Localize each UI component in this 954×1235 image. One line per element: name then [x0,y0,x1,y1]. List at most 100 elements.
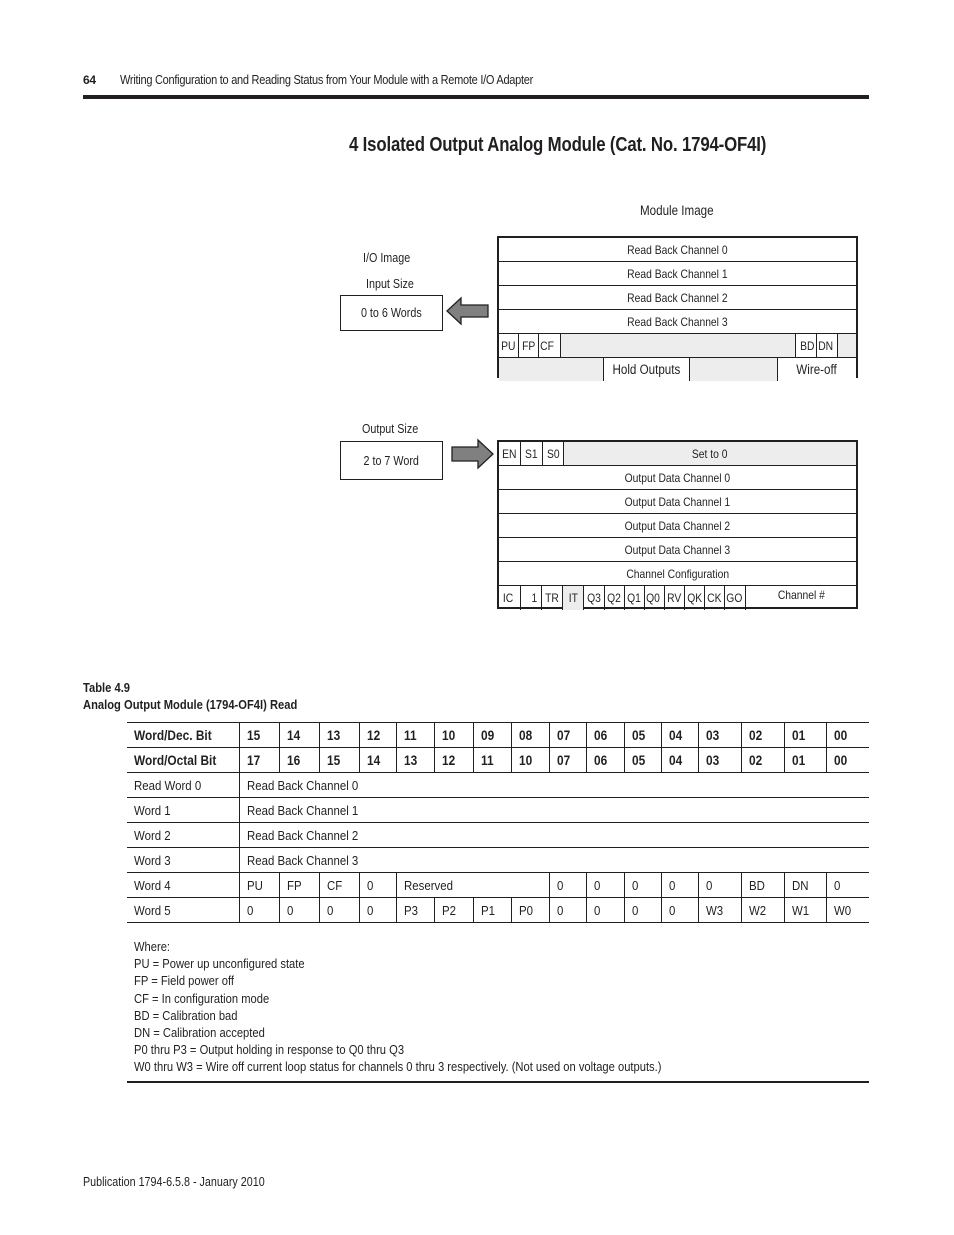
table-title: Analog Output Module (1794-OF4I) Read [83,697,298,712]
table-notes: Where: PU = Power up unconfigured state … [134,938,661,1076]
input-word-label: Read Back Channel 0 [627,242,728,257]
table-cell: 14 [279,722,320,748]
input-word-1: Read Back Channel 1 [499,262,856,286]
bit-en: EN [499,442,521,465]
input-word-2: Read Back Channel 2 [499,286,856,310]
status-word-unused [561,334,796,357]
output-word-0: EN S1 S0 Set to 0 [499,442,856,466]
bit-cf: CF [539,334,561,357]
table-cell: 05 [623,722,662,748]
io-image-label: I/O Image [363,251,411,265]
table-cell: 0 [358,872,397,898]
table-caption: Table 4.9 Analog Output Module (1794-OF4… [83,679,297,713]
bit-1: 1 [521,586,542,610]
table-cell: 0 [238,897,281,923]
bit-pu: PU [499,334,519,357]
table-cell: 13 [395,747,436,773]
table-cell: W0 [826,897,869,923]
table-cell: 0 [549,897,588,923]
section-title: 4 Isolated Output Analog Module (Cat. No… [349,134,767,156]
input-module-image: Read Back Channel 0 Read Back Channel 1 … [497,236,858,381]
table-cell: 17 [238,747,281,773]
table-cell: 15 [318,747,360,773]
output-word-1: Output Data Channel 0 [499,466,856,490]
output-word-5: Channel Configuration [499,562,856,586]
bit-fp: FP [519,334,539,357]
table-cell: 00 [826,747,869,773]
word-content: Read Back Channel 2 [238,822,869,848]
table-cell: W1 [783,897,828,923]
octal-bit-header-row: Word/Octal Bit 17 16 15 14 13 12 11 10 0… [127,747,869,773]
table-row: Read Word 0 Read Back Channel 0 [127,772,869,798]
table-row-word4: Word 4 PU FP CF 0 Reserved 0 0 0 0 0 BD … [127,872,869,898]
table-cell: 07 [549,747,588,773]
note-line: W0 thru W3 = Wire off current loop statu… [134,1059,662,1075]
bit-s0: S0 [543,442,564,465]
table-cell: 08 [510,722,551,748]
table-cell: 0 [623,897,662,923]
note-line: DN = Calibration accepted [134,1025,265,1041]
table-cell: P3 [395,897,436,923]
table-cell: W2 [740,897,785,923]
bit-q1: Q1 [625,586,645,610]
output-word-label: Output Data Channel 3 [624,542,731,557]
word-label: Word 4 [127,872,240,898]
octal-bit-label: Word/Octal Bit [127,747,240,773]
table-cell: 06 [586,722,625,748]
bit-bd: BD [796,334,817,357]
output-word-4: Output Data Channel 3 [499,538,856,562]
table-cell: CF [318,872,360,898]
set-to-zero-field: Set to 0 [692,446,728,461]
bit-table: Word/Dec. Bit 15 14 13 12 11 10 09 08 07… [127,722,869,923]
input-word-label: Read Back Channel 3 [627,314,728,329]
header-rule [83,95,869,99]
status-word2-unused-2 [690,358,778,381]
word-content: Read Back Channel 0 [238,772,869,798]
dec-bit-header-row: Word/Dec. Bit 15 14 13 12 11 10 09 08 07… [127,722,869,748]
table-cell: 12 [434,747,474,773]
note-line: CF = In configuration mode [134,990,270,1006]
table-cell: 0 [549,872,588,898]
table-cell: 01 [783,747,828,773]
bit-dn: DN [817,334,838,357]
table-cell: 02 [740,722,785,748]
table-cell: 12 [358,722,397,748]
table-cell: 01 [783,722,828,748]
table-cell: 06 [586,747,625,773]
bit-qk: QK [685,586,705,610]
word-label: Word 2 [127,822,240,848]
output-word-3: Output Data Channel 2 [499,514,856,538]
table-cell: 11 [395,722,436,748]
input-size-label: Input Size [366,277,414,291]
table-cell: 04 [660,747,700,773]
table-cell: 0 [623,872,662,898]
output-size-value: 2 to 7 Word [363,453,420,468]
input-word-3: Read Back Channel 3 [499,310,856,334]
word-label: Word 1 [127,797,240,823]
output-word-label: Output Data Channel 0 [624,470,731,485]
table-cell: 10 [434,722,474,748]
note-line: BD = Calibration bad [134,1007,238,1023]
input-word-label: Read Back Channel 1 [627,266,728,281]
note-line: PU = Power up unconfigured state [134,956,305,972]
table-cell: 03 [698,722,742,748]
table-cell: 0 [279,897,320,923]
output-word-2: Output Data Channel 1 [499,490,856,514]
bit-rv: RV [665,586,685,610]
input-word-0: Read Back Channel 0 [499,238,856,262]
word-label: Read Word 0 [127,772,240,798]
hold-outputs-field: Hold Outputs [604,358,690,381]
config-word: IC 1 TR IT Q3 Q2 Q1 Q0 RV QK CK GO Chann… [499,586,856,610]
right-arrow-icon [451,438,494,470]
status-word-2: Hold Outputs Wire-off [499,358,856,381]
table-cell: 16 [279,747,320,773]
notes-rule [127,1081,869,1083]
table-cell: 07 [549,722,588,748]
table-cell: 0 [318,897,360,923]
table-cell: 13 [318,722,360,748]
bit-go: GO [725,586,746,610]
table-cell: 03 [698,747,742,773]
channel-number-field: Channel # [777,588,825,602]
table-cell: 14 [358,747,397,773]
bit-q2: Q2 [605,586,625,610]
